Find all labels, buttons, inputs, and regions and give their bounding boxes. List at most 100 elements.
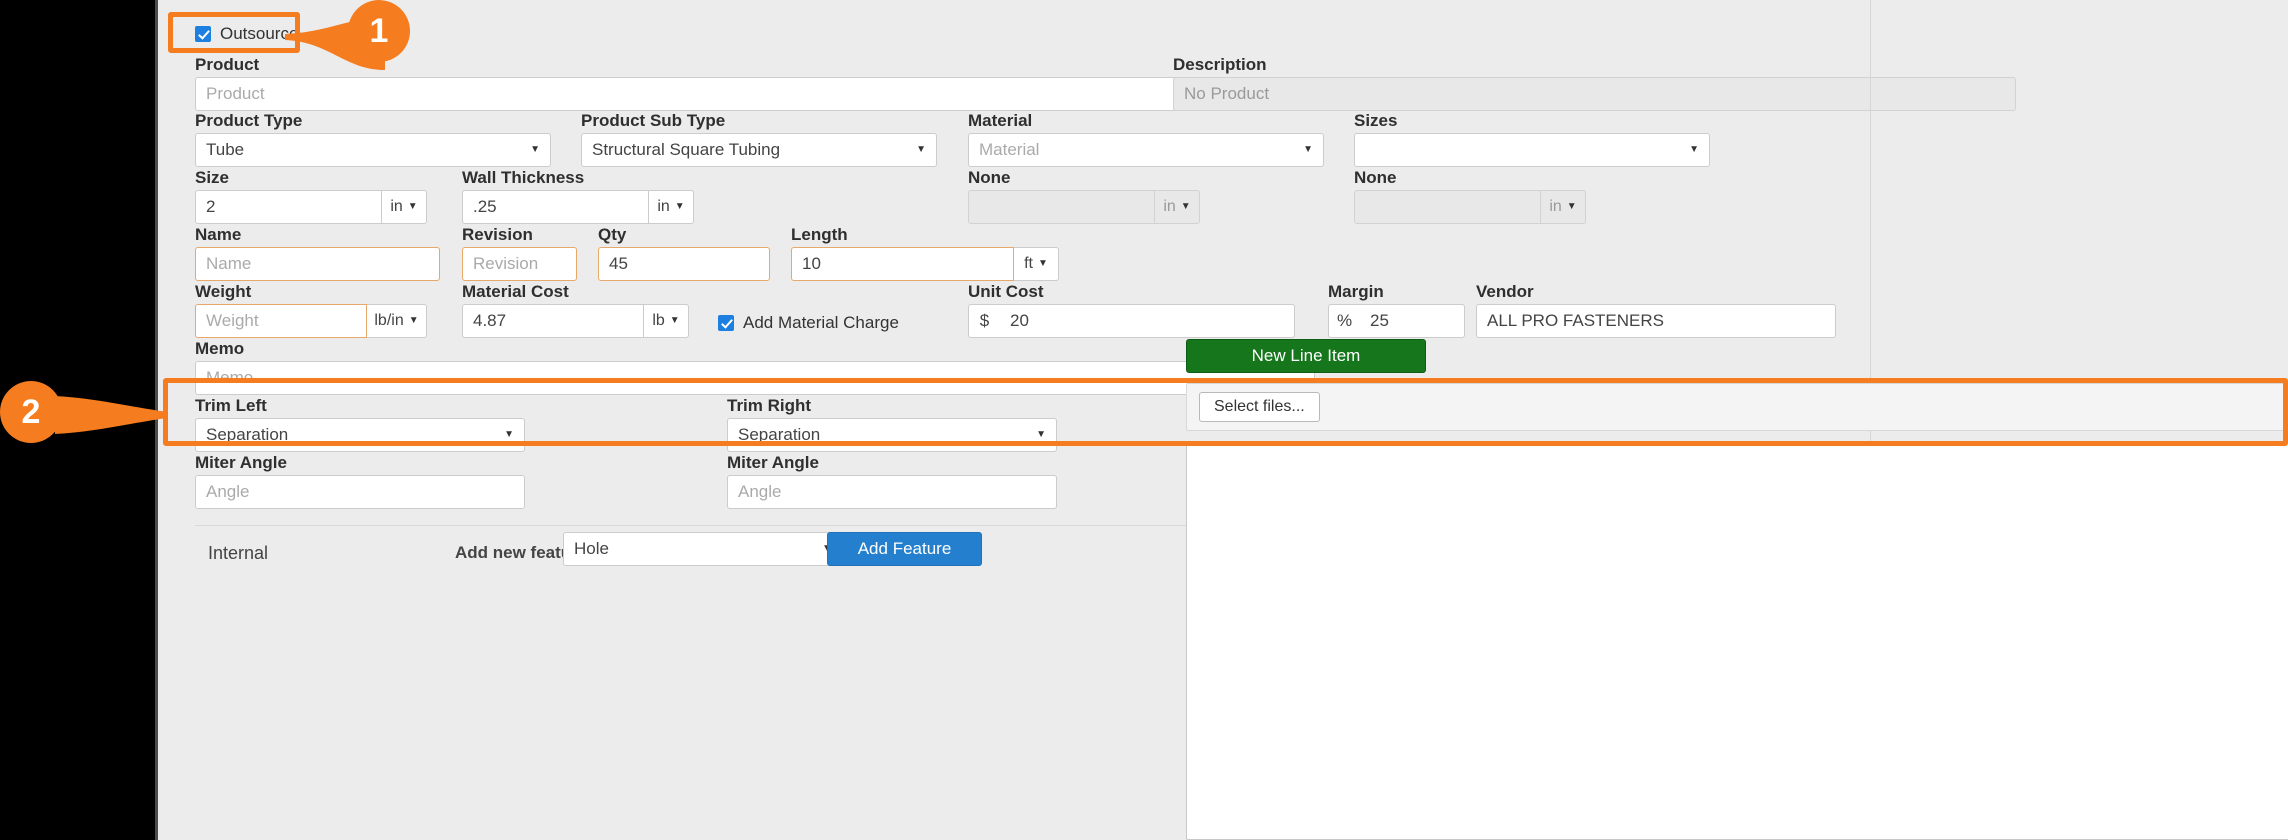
material-select[interactable]: Material ▼	[968, 133, 1324, 167]
chevron-down-icon: ▼	[1036, 429, 1046, 440]
add-material-charge-label: Add Material Charge	[743, 313, 899, 332]
material-cost-input[interactable]: 4.87	[462, 304, 644, 338]
none-1-unit-value: in	[1163, 198, 1176, 215]
weight-input[interactable]: Weight	[195, 304, 367, 338]
add-material-charge-checkbox[interactable]	[718, 315, 734, 331]
annotation-2-bubble: 2	[0, 381, 62, 443]
size-label: Size	[195, 168, 230, 187]
chevron-down-icon: ▼	[674, 201, 685, 212]
qty-label: Qty	[598, 225, 627, 244]
material-cost-label: Material Cost	[462, 282, 569, 301]
weight-label: Weight	[195, 282, 252, 301]
product-type-select[interactable]: Tube ▼	[195, 133, 551, 167]
material-cost-unit-select[interactable]: lb ▼	[644, 304, 689, 338]
product-label: Product	[195, 55, 260, 74]
memo-input[interactable]: Memo	[195, 361, 1315, 395]
miter-angle-left-input[interactable]: Angle	[195, 475, 525, 509]
margin-input[interactable]: 25	[1360, 304, 1465, 338]
annotation-2-number: 2	[21, 392, 41, 431]
none-1-label: None	[968, 168, 1011, 187]
material-label: Material	[968, 111, 1033, 130]
miter-angle-right-label: Miter Angle	[727, 453, 819, 472]
vendor-input[interactable]: ALL PRO FASTENERS	[1476, 304, 1836, 338]
length-unit-value: ft	[1024, 255, 1033, 272]
weight-unit-select[interactable]: lb/in ▼	[367, 304, 427, 338]
length-input[interactable]: 10	[791, 247, 1014, 281]
miter-angle-right-input[interactable]: Angle	[727, 475, 1057, 509]
sizes-label: Sizes	[1354, 111, 1398, 130]
product-input[interactable]: Product	[195, 77, 1210, 111]
unit-cost-currency-prefix: $	[968, 304, 1000, 338]
unit-cost-label: Unit Cost	[968, 282, 1044, 301]
material-cost-unit-value: lb	[652, 312, 665, 329]
feature-type-select[interactable]: Hole ▼	[563, 532, 843, 566]
wall-thickness-unit-select[interactable]: in ▼	[649, 190, 694, 224]
trim-left-select[interactable]: Separation ▼	[195, 418, 525, 452]
chevron-down-icon: ▼	[1689, 144, 1699, 155]
unit-cost-input[interactable]: 20	[1000, 304, 1295, 338]
miter-angle-left-label: Miter Angle	[195, 453, 287, 472]
wall-thickness-input[interactable]: .25	[462, 190, 649, 224]
add-feature-button[interactable]: Add Feature	[827, 532, 982, 566]
chevron-down-icon: ▼	[1303, 144, 1313, 155]
screenshot-root: Outsource Product Product Description No…	[0, 0, 2288, 840]
description-input: No Product	[1173, 77, 2016, 111]
size-input-group[interactable]: 2 in ▼	[195, 190, 427, 224]
margin-label: Margin	[1328, 282, 1384, 301]
product-sub-type-label: Product Sub Type	[581, 111, 726, 130]
outsource-checkbox[interactable]	[195, 26, 211, 42]
revision-label: Revision	[462, 225, 533, 244]
none-2-unit-select: in ▼	[1541, 190, 1586, 224]
file-dropzone[interactable]	[1186, 443, 2288, 840]
wall-thickness-label: Wall Thickness	[462, 168, 585, 187]
product-sub-type-select[interactable]: Structural Square Tubing ▼	[581, 133, 937, 167]
trim-right-select[interactable]: Separation ▼	[727, 418, 1057, 452]
description-label: Description	[1173, 55, 1267, 74]
select-files-button[interactable]: Select files...	[1199, 392, 1320, 422]
material-cost-input-group[interactable]: 4.87 lb ▼	[462, 304, 689, 338]
trim-right-value: Separation	[738, 425, 821, 444]
annotation-1-bubble: 1	[348, 0, 410, 62]
chevron-down-icon: ▼	[1037, 258, 1048, 269]
chevron-down-icon: ▼	[916, 144, 926, 155]
trim-right-label: Trim Right	[727, 396, 812, 415]
revision-input[interactable]: Revision	[462, 247, 577, 281]
none-1-unit-select: in ▼	[1155, 190, 1200, 224]
chevron-down-icon: ▼	[1566, 201, 1577, 212]
size-unit-select[interactable]: in ▼	[382, 190, 427, 224]
weight-input-group[interactable]: Weight lb/in ▼	[195, 304, 427, 338]
size-unit-value: in	[390, 198, 403, 215]
size-input[interactable]: 2	[195, 190, 382, 224]
length-input-group[interactable]: 10 ft ▼	[791, 247, 1059, 281]
none-2-unit-value: in	[1549, 198, 1562, 215]
chevron-down-icon: ▼	[669, 315, 680, 326]
product-type-value: Tube	[206, 140, 245, 159]
chevron-down-icon: ▼	[1180, 201, 1191, 212]
material-value: Material	[979, 140, 1040, 159]
chevron-down-icon: ▼	[530, 144, 540, 155]
sizes-select[interactable]: ▼	[1354, 133, 1710, 167]
unit-cost-input-group[interactable]: $ 20	[968, 304, 1295, 338]
margin-input-group[interactable]: % 25	[1328, 304, 1465, 338]
length-label: Length	[791, 225, 848, 244]
qty-input[interactable]: 45	[598, 247, 770, 281]
chevron-down-icon: ▼	[407, 201, 418, 212]
outsource-checkbox-row[interactable]: Outsource	[195, 24, 298, 44]
new-line-item-button[interactable]: New Line Item	[1186, 339, 1426, 373]
weight-unit-value: lb/in	[374, 312, 404, 329]
vendor-label: Vendor	[1476, 282, 1534, 301]
file-upload-bar: Select files...	[1186, 383, 2288, 431]
name-input[interactable]: Name	[195, 247, 440, 281]
wall-thickness-input-group[interactable]: .25 in ▼	[462, 190, 694, 224]
chevron-down-icon: ▼	[504, 429, 514, 440]
trim-left-value: Separation	[206, 425, 289, 444]
feature-type-value: Hole	[574, 539, 609, 558]
product-type-label: Product Type	[195, 111, 303, 130]
margin-percent-prefix: %	[1328, 304, 1360, 338]
add-material-charge-row[interactable]: Add Material Charge	[718, 313, 899, 333]
length-unit-select[interactable]: ft ▼	[1014, 247, 1059, 281]
annotation-1-number: 1	[369, 11, 389, 50]
product-sub-type-value: Structural Square Tubing	[592, 140, 781, 159]
internal-label: Internal	[208, 543, 269, 563]
trim-left-label: Trim Left	[195, 396, 267, 415]
